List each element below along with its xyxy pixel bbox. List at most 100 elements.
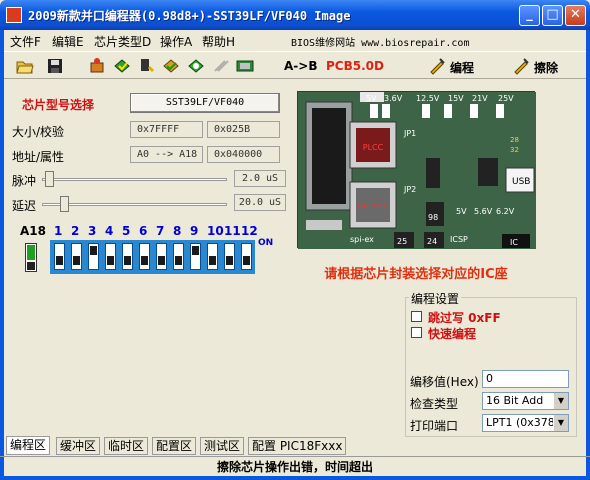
pulse-slider[interactable] [42, 170, 227, 188]
delay-slider[interactable] [42, 195, 227, 213]
chip-select-button[interactable]: SST39LF/VF040 [130, 93, 280, 113]
menu-file[interactable]: 文件F [10, 33, 41, 50]
volt-21-label: 21V [472, 94, 488, 103]
dip-switch-knob [175, 256, 182, 265]
menu-chip-type[interactable]: 芯片类型D [94, 33, 151, 50]
erase-icon[interactable] [512, 57, 530, 75]
save-disk-icon[interactable] [46, 57, 64, 75]
fast-program-label: 快速编程 [428, 327, 477, 341]
check-type-chevron-down-icon[interactable]: ▼ [553, 393, 568, 409]
volt-15-label: 15V [448, 94, 464, 103]
address-range-value: A0 --> A18 [130, 146, 203, 163]
blank-check-icon[interactable] [113, 57, 131, 75]
menu-bar: 文件F 编辑E 芯片类型D 操作A 帮助H BIOS维修网站 www.biosr… [4, 30, 586, 50]
offset-label: 编移值(Hex) [410, 375, 479, 389]
print-port-chevron-down-icon[interactable]: ▼ [553, 415, 568, 431]
delay-slider-track [42, 203, 227, 206]
dip-switch-knob [107, 256, 114, 265]
auto-program-icon[interactable] [212, 57, 230, 75]
dip-switch[interactable] [173, 243, 184, 270]
board-caption: 请根据芯片封装选择对应的IC座 [324, 267, 508, 282]
verify-chip-icon[interactable] [162, 57, 180, 75]
ew-plcc-label: EW PLCC [357, 202, 389, 210]
erase-button-label[interactable]: 擦除 [534, 59, 558, 76]
tab-test-area[interactable]: 测试区 [200, 437, 245, 455]
print-port-select[interactable]: LPT1 (0x378) ▼ [482, 414, 569, 432]
print-port-value: LPT1 (0x378) [486, 416, 560, 429]
menu-operation[interactable]: 操作A [160, 33, 192, 50]
dip-switch-knob [73, 256, 80, 265]
dip-switch[interactable] [122, 243, 133, 270]
dip-on-label: ON [258, 238, 274, 248]
window-title: 2009新款并口编程器(0.98d8+)-SST39LF/VF040 Image [28, 9, 351, 23]
plcc-label: PLCC [363, 143, 384, 152]
tab-config-area[interactable]: 配置区 [152, 437, 197, 455]
socket-32-label: 32 [510, 146, 519, 154]
volt-25-label: 25V [498, 94, 514, 103]
dip-switch-knob [226, 256, 233, 265]
check-type-select[interactable]: 16 Bit Add ▼ [482, 392, 569, 410]
pulse-label: 脉冲 [12, 174, 37, 188]
skip-ff-checkbox[interactable] [411, 311, 422, 322]
offset-input[interactable]: 0 [482, 370, 569, 388]
fast-program-checkbox[interactable] [411, 327, 422, 338]
ic-label: IC [510, 238, 518, 247]
dip-switch[interactable] [190, 243, 201, 270]
pulse-slider-thumb[interactable] [45, 171, 54, 187]
dip-number: 4 [105, 224, 114, 238]
volt-36-label: 3.6V [384, 94, 403, 103]
programmer-board-image: PLCC EW PLCC 5V 3.6V 12.5V 15V 21V 25V J… [297, 91, 536, 249]
dip-switch[interactable] [241, 243, 252, 270]
program-icon[interactable] [428, 57, 446, 75]
volt-5v-icsp-label: 5V [456, 207, 467, 216]
dip-switch-knob [209, 256, 216, 265]
volt-125-label: 12.5V [416, 94, 440, 103]
window-frame-right [586, 30, 590, 480]
dip-number: 9 [190, 224, 199, 238]
delay-label: 延迟 [12, 199, 37, 213]
dip-switch-knob [56, 256, 63, 265]
check-type-value: 16 Bit Add [486, 394, 544, 407]
a18-label: A18 [20, 224, 46, 238]
dip-switch[interactable] [105, 243, 116, 270]
tab-temp-area[interactable]: 临时区 [104, 437, 149, 455]
minimize-button[interactable]: _ [519, 5, 540, 26]
menu-edit[interactable]: 编辑E [52, 33, 84, 50]
program-button-label[interactable]: 编程 [450, 59, 474, 76]
tab-program-area[interactable]: 编程区 [6, 436, 51, 455]
tab-config-pic18[interactable]: 配置 PIC18Fxxx [248, 437, 347, 455]
dip-switch[interactable] [54, 243, 65, 270]
delay-slider-thumb[interactable] [60, 196, 69, 212]
dip-switch[interactable] [156, 243, 167, 270]
address-attr-label: 地址/属性 [12, 150, 65, 164]
dip-switch[interactable] [71, 243, 82, 270]
volt-62-label: 6.2V [496, 207, 515, 216]
close-button[interactable]: ✕ [565, 5, 586, 26]
socket-24-label: 24 [427, 237, 437, 246]
dip-switch[interactable] [224, 243, 235, 270]
menu-help[interactable]: 帮助H [202, 33, 235, 50]
socket-98-label: 98 [428, 213, 438, 222]
write-chip-icon[interactable] [137, 57, 155, 75]
title-bar: 2009新款并口编程器(0.98d8+)-SST39LF/VF040 Image… [0, 0, 590, 30]
open-folder-icon[interactable] [16, 57, 34, 75]
chip-select-label: 芯片型号选择 [22, 98, 95, 112]
dip-switch-knob [192, 246, 199, 255]
dip-number: 1 [54, 224, 63, 238]
maximize-button[interactable]: □ [542, 5, 563, 26]
dip-switch[interactable] [139, 243, 150, 270]
status-bar: 擦除芯片操作出错，时间超出 [0, 456, 590, 476]
size-value: 0x7FFFF [130, 121, 203, 138]
chip-info-icon[interactable] [236, 57, 254, 75]
dip-switch[interactable] [88, 243, 99, 270]
a18-indicator [25, 243, 37, 272]
check-type-label: 检查类型 [410, 397, 459, 411]
dip-number: 11 [224, 224, 241, 238]
site-text: BIOS维修网站 www.biosrepair.com [291, 38, 470, 49]
tab-buffer-area[interactable]: 缓冲区 [56, 437, 101, 455]
pulse-slider-track [42, 178, 227, 181]
pulse-value: 2.0 uS [234, 170, 286, 187]
protect-chip-icon[interactable] [187, 57, 205, 75]
dip-switch[interactable] [207, 243, 218, 270]
read-chip-icon[interactable] [88, 57, 106, 75]
